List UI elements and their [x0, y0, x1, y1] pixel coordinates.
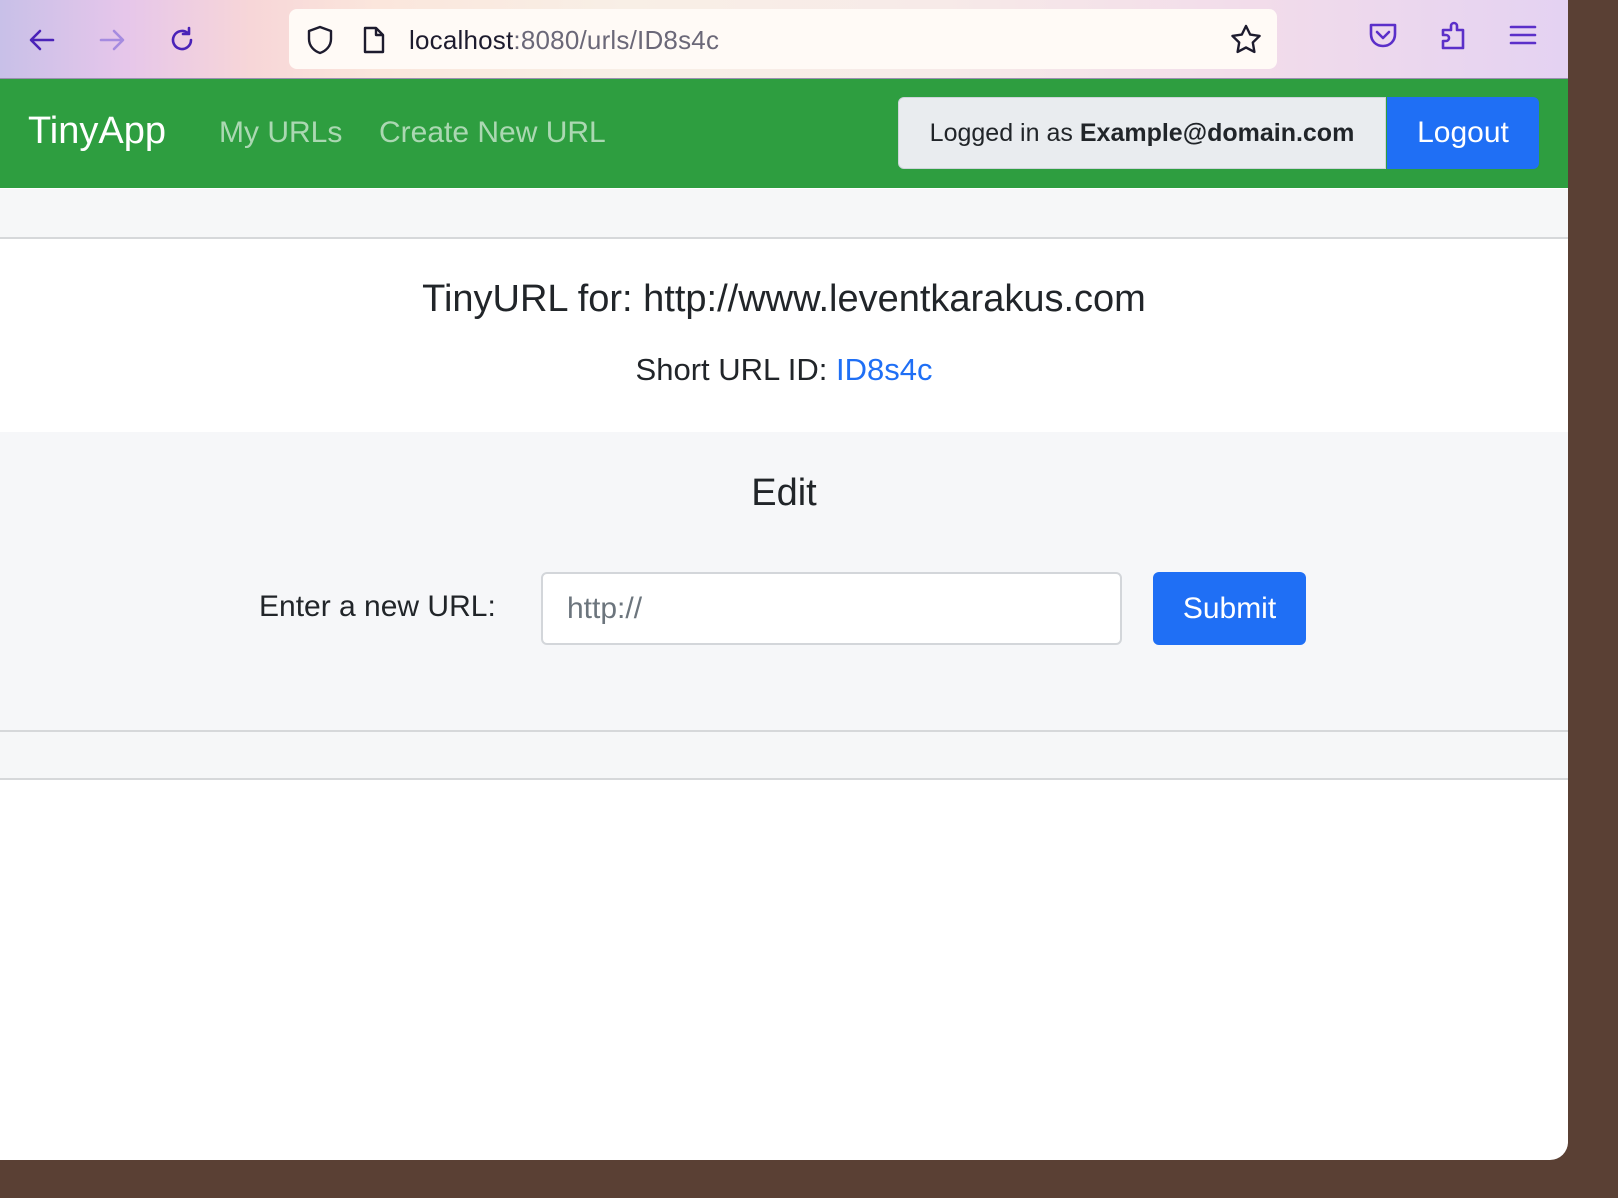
- short-url-id-line: Short URL ID: ID8s4c: [0, 352, 1568, 388]
- arrow-right-icon: [99, 29, 125, 51]
- logged-in-prefix: Logged in as: [929, 118, 1073, 147]
- puzzle-icon: [1441, 21, 1465, 50]
- pocket-icon: [1369, 23, 1397, 48]
- card-header-band: [0, 189, 1568, 239]
- browser-toolbar: localhost:8080/urls/ID8s4c: [0, 0, 1568, 79]
- arrow-left-icon: [29, 29, 55, 51]
- new-url-label: Enter a new URL:: [259, 590, 496, 623]
- url-text[interactable]: localhost:8080/urls/ID8s4c: [409, 25, 719, 56]
- extensions-button[interactable]: [1437, 18, 1471, 59]
- url-host: localhost: [409, 25, 514, 55]
- brand-link[interactable]: TinyApp: [28, 110, 166, 153]
- page-icon[interactable]: [361, 24, 387, 56]
- nav-link-my-urls[interactable]: My URLs: [219, 116, 342, 150]
- hamburger-menu-icon: [1509, 25, 1537, 45]
- menu-button[interactable]: [1506, 18, 1540, 57]
- star-icon[interactable]: [1229, 23, 1263, 57]
- new-url-input[interactable]: [541, 572, 1122, 645]
- logout-button[interactable]: Logout: [1387, 97, 1539, 169]
- reload-icon: [171, 26, 193, 51]
- page-title: TinyURL for: http://www.leventkarakus.co…: [422, 278, 1146, 320]
- address-bar[interactable]: localhost:8080/urls/ID8s4c: [289, 9, 1277, 69]
- short-url-id-link[interactable]: ID8s4c: [836, 352, 932, 387]
- url-path: :8080/urls/ID8s4c: [513, 25, 720, 55]
- pocket-button[interactable]: [1366, 18, 1400, 57]
- back-button[interactable]: [20, 18, 64, 62]
- forward-button[interactable]: [90, 18, 134, 62]
- app-navbar: TinyApp My URLs Create New URL Logged in…: [0, 79, 1568, 188]
- short-url-id-label: Short URL ID:: [635, 352, 828, 387]
- logged-in-user: Example@domain.com: [1079, 118, 1355, 147]
- reload-button[interactable]: [160, 18, 204, 62]
- shield-icon[interactable]: [305, 24, 335, 56]
- logged-in-indicator: Logged in as Example@domain.com: [898, 97, 1386, 169]
- card-footer-band: [0, 732, 1568, 780]
- nav-link-create-new-url[interactable]: Create New URL: [379, 116, 606, 150]
- submit-button[interactable]: Submit: [1153, 572, 1306, 645]
- edit-section: Edit Enter a new URL: Submit: [0, 432, 1568, 732]
- browser-window: localhost:8080/urls/ID8s4c TinyApp My UR…: [0, 0, 1568, 1160]
- edit-heading: Edit: [751, 472, 817, 514]
